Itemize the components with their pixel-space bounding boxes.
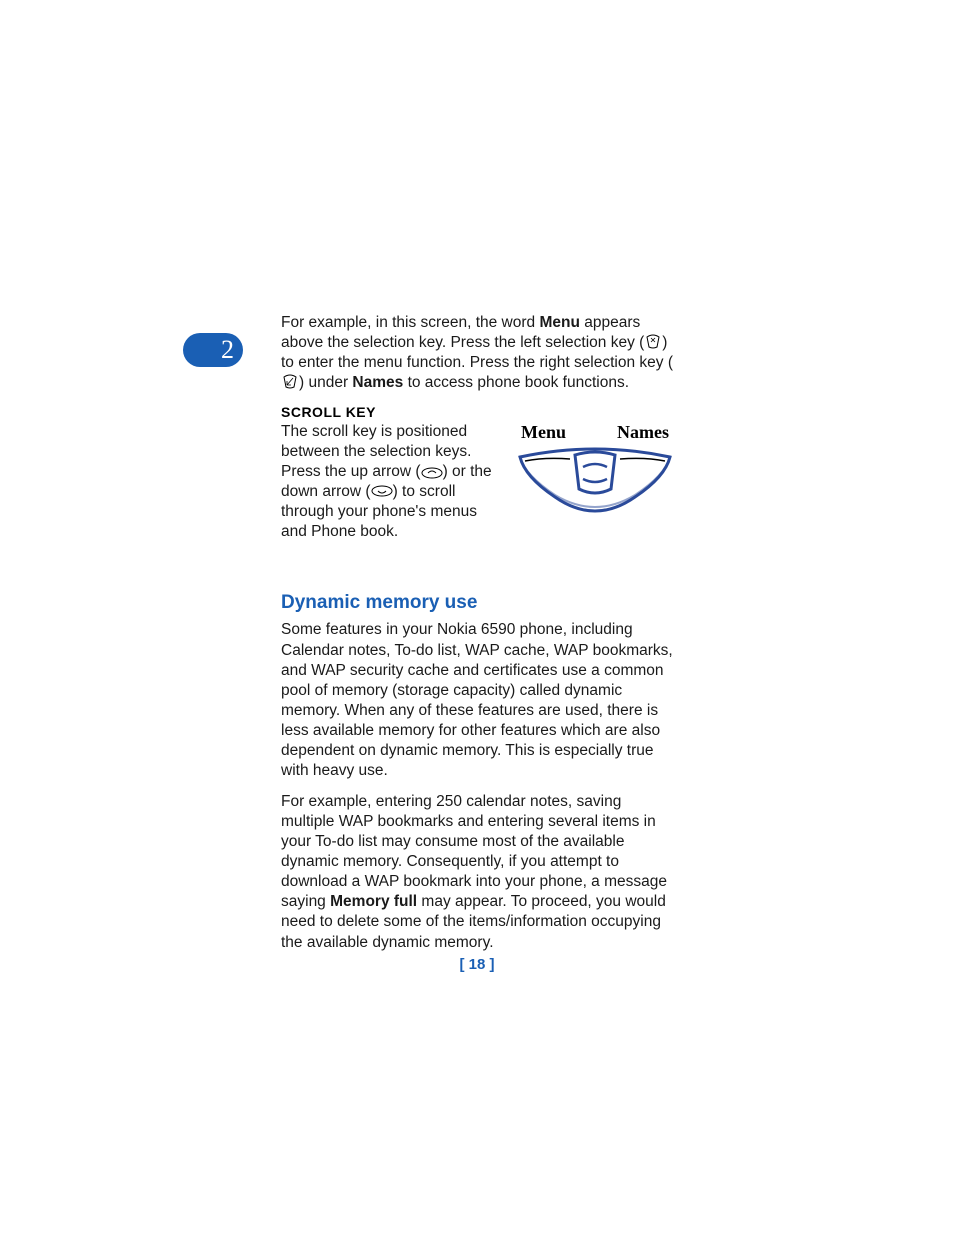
content-column: For example, in this screen, the word Me…	[281, 313, 676, 963]
bold-menu: Menu	[539, 314, 579, 331]
chapter-number-tab: 2	[183, 333, 243, 367]
phone-keypad-icon	[515, 447, 675, 527]
document-page: 2 For example, in this screen, the word …	[0, 0, 954, 1235]
text-run: For example, in this screen, the word	[281, 314, 539, 331]
dynamic-memory-para-2: For example, entering 250 calendar notes…	[281, 792, 676, 953]
scroll-key-paragraph: The scroll key is positioned between the…	[281, 422, 501, 543]
scroll-key-row: The scroll key is positioned between the…	[281, 422, 676, 553]
right-selection-key-icon	[281, 374, 299, 390]
down-arrow-key-icon	[371, 485, 393, 499]
text-run: ) under	[299, 374, 352, 391]
text-run: to access phone book functions.	[403, 374, 629, 391]
left-selection-key-icon	[644, 334, 662, 350]
dynamic-memory-heading: Dynamic memory use	[281, 592, 676, 614]
figure-label-names: Names	[617, 422, 669, 443]
intro-paragraph: For example, in this screen, the word Me…	[281, 313, 676, 394]
phone-keypad-figure: Menu Names	[515, 422, 675, 532]
figure-labels-row: Menu Names	[515, 422, 675, 447]
page-number: [ 18 ]	[0, 956, 954, 973]
bold-memory-full: Memory full	[330, 893, 417, 910]
scroll-key-heading: SCROLL KEY	[281, 404, 676, 420]
dynamic-memory-para-1: Some features in your Nokia 6590 phone, …	[281, 620, 676, 781]
bold-names: Names	[352, 374, 403, 391]
chapter-number: 2	[221, 335, 234, 365]
scroll-key-text: The scroll key is positioned between the…	[281, 422, 501, 553]
up-arrow-key-icon	[421, 465, 443, 479]
figure-label-menu: Menu	[521, 422, 566, 443]
